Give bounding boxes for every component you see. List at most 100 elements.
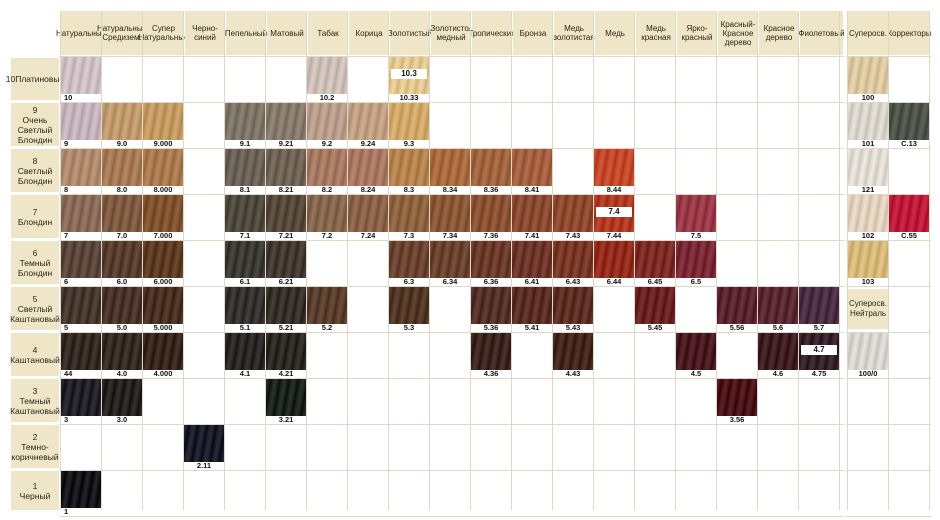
hair-swatch-5-1[interactable]: 5.1: [225, 287, 265, 332]
hair-swatch-1[interactable]: 1: [61, 471, 101, 516]
swatch-code-label: 9.0: [102, 140, 142, 148]
swatch-code-label: 7.21: [266, 232, 306, 240]
swatch-code-label: 103: [848, 278, 888, 286]
hair-swatch-8-21[interactable]: 8.21: [266, 149, 306, 194]
side-swatch-101[interactable]: 101: [848, 103, 888, 148]
hair-swatch-8-24[interactable]: 8.24: [348, 149, 388, 194]
side-swatch-100-0[interactable]: 100/0: [848, 333, 888, 378]
hair-swatch-4-21[interactable]: 4.21: [266, 333, 306, 378]
hair-swatch-5-0[interactable]: 5.0: [102, 287, 142, 332]
hair-swatch-6-41[interactable]: 6.41: [512, 241, 552, 286]
hair-swatch-5-2[interactable]: 5.2: [307, 287, 347, 332]
hair-swatch-44[interactable]: 44: [61, 333, 101, 378]
hair-swatch-4-43[interactable]: 4.43: [553, 333, 593, 378]
hair-swatch-5-43[interactable]: 5.43: [553, 287, 593, 332]
hair-swatch-5-6[interactable]: 5.6: [758, 287, 798, 332]
hair-swatch-5-7[interactable]: 5.7: [799, 287, 839, 332]
hair-swatch-3-21[interactable]: 3.21: [266, 379, 306, 424]
hair-swatch-9-000[interactable]: 9.000: [143, 103, 183, 148]
hair-swatch-8[interactable]: 8: [61, 149, 101, 194]
hair-swatch-7-2[interactable]: 7.2: [307, 195, 347, 240]
hair-swatch-5-21[interactable]: 5.21: [266, 287, 306, 332]
hair-swatch-7-43[interactable]: 7.43: [553, 195, 593, 240]
hair-swatch-6-45[interactable]: 6.45: [635, 241, 675, 286]
hair-swatch-7-000[interactable]: 7.000: [143, 195, 183, 240]
hair-swatch-8-34[interactable]: 8.34: [430, 149, 470, 194]
hair-swatch-6-000[interactable]: 6.000: [143, 241, 183, 286]
hair-swatch-8-36[interactable]: 8.36: [471, 149, 511, 194]
header-golden: Золотистый: [388, 11, 432, 55]
hair-swatch-7-5[interactable]: 7.5: [676, 195, 716, 240]
hair-swatch-7-36[interactable]: 7.36: [471, 195, 511, 240]
hair-swatch-10-2[interactable]: 10.2: [307, 57, 347, 102]
hair-swatch-8-3[interactable]: 8.3: [389, 149, 429, 194]
hair-swatch-9[interactable]: 9: [61, 103, 101, 148]
hair-swatch-4-000[interactable]: 4.000: [143, 333, 183, 378]
hair-swatch-6-43[interactable]: 6.43: [553, 241, 593, 286]
hair-swatch-6-5[interactable]: 6.5: [676, 241, 716, 286]
header-violet: Фиолетовый: [798, 11, 845, 55]
hair-swatch-8-44[interactable]: 8.44: [594, 149, 634, 194]
hair-swatch-5-000[interactable]: 5.000: [143, 287, 183, 332]
hair-swatch-3-0[interactable]: 3.0: [102, 379, 142, 424]
hair-swatch-6-21[interactable]: 6.21: [266, 241, 306, 286]
hair-swatch-8-2[interactable]: 8.2: [307, 149, 347, 194]
hair-swatch-8-000[interactable]: 8.000: [143, 149, 183, 194]
hair-swatch-6-3[interactable]: 6.3: [389, 241, 429, 286]
hair-swatch-4-5[interactable]: 4.5: [676, 333, 716, 378]
hair-swatch-6-36[interactable]: 6.36: [471, 241, 511, 286]
hair-swatch-7-1[interactable]: 7.1: [225, 195, 265, 240]
hair-swatch-3[interactable]: 3: [61, 379, 101, 424]
hair-swatch-7-0[interactable]: 7.0: [102, 195, 142, 240]
hair-swatch-8-41[interactable]: 8.41: [512, 149, 552, 194]
side-swatch-С-13[interactable]: С.13: [889, 103, 929, 148]
hair-swatch-5-41[interactable]: 5.41: [512, 287, 552, 332]
hair-swatch-6-1[interactable]: 6.1: [225, 241, 265, 286]
hair-swatch-2-11[interactable]: 2.11: [184, 425, 224, 470]
hair-swatch-4-1[interactable]: 4.1: [225, 333, 265, 378]
swatch-code-label: 3.0: [102, 416, 142, 424]
row-label-5: 5 Светлый Каштановый: [10, 287, 60, 330]
hair-swatch-6[interactable]: 6: [61, 241, 101, 286]
side-swatch-103[interactable]: 103: [848, 241, 888, 286]
hair-swatch-7-41[interactable]: 7.41: [512, 195, 552, 240]
hair-swatch-3-56[interactable]: 3.56: [717, 379, 757, 424]
grid-hline-side: [846, 378, 931, 379]
hair-swatch-7-3[interactable]: 7.3: [389, 195, 429, 240]
hair-swatch-8-0[interactable]: 8.0: [102, 149, 142, 194]
side-swatch-100[interactable]: 100: [848, 57, 888, 102]
hair-swatch-6-34[interactable]: 6.34: [430, 241, 470, 286]
hair-swatch-4-36[interactable]: 4.36: [471, 333, 511, 378]
hair-swatch-9-2[interactable]: 9.2: [307, 103, 347, 148]
hair-swatch-5-36[interactable]: 5.36: [471, 287, 511, 332]
hair-swatch-4-0[interactable]: 4.0: [102, 333, 142, 378]
hair-swatch-9-21[interactable]: 9.21: [266, 103, 306, 148]
hair-swatch-9-0[interactable]: 9.0: [102, 103, 142, 148]
swatch-code-label: 9.2: [307, 140, 347, 148]
swatch-code-label: 7.41: [512, 232, 552, 240]
hair-swatch-9-3[interactable]: 9.3: [389, 103, 429, 148]
side-swatch-С-55[interactable]: С.55: [889, 195, 929, 240]
hair-swatch-5-45[interactable]: 5.45: [635, 287, 675, 332]
swatch-code-label: 7.24: [348, 232, 388, 240]
hair-swatch-10[interactable]: 10: [61, 57, 101, 102]
hair-swatch-5[interactable]: 5: [61, 287, 101, 332]
hair-swatch-7[interactable]: 7: [61, 195, 101, 240]
hair-swatch-10-33[interactable]: 10.33 10.3: [389, 57, 429, 102]
hair-swatch-4-75[interactable]: 4.75 4.7: [799, 333, 839, 378]
hair-swatch-5-56[interactable]: 5.56: [717, 287, 757, 332]
hair-swatch-5-3[interactable]: 5.3: [389, 287, 429, 332]
grid-hline-side: [846, 516, 931, 517]
hair-swatch-8-1[interactable]: 8.1: [225, 149, 265, 194]
side-swatch-121[interactable]: 121: [848, 149, 888, 194]
hair-swatch-9-1[interactable]: 9.1: [225, 103, 265, 148]
hair-swatch-7-21[interactable]: 7.21: [266, 195, 306, 240]
hair-swatch-7-34[interactable]: 7.34: [430, 195, 470, 240]
hair-swatch-4-6[interactable]: 4.6: [758, 333, 798, 378]
hair-swatch-7-24[interactable]: 7.24: [348, 195, 388, 240]
hair-swatch-6-44[interactable]: 6.44: [594, 241, 634, 286]
hair-swatch-6-0[interactable]: 6.0: [102, 241, 142, 286]
hair-swatch-9-24[interactable]: 9.24: [348, 103, 388, 148]
hair-swatch-7-44[interactable]: 7.44 7.4: [594, 195, 634, 240]
side-swatch-102[interactable]: 102: [848, 195, 888, 240]
